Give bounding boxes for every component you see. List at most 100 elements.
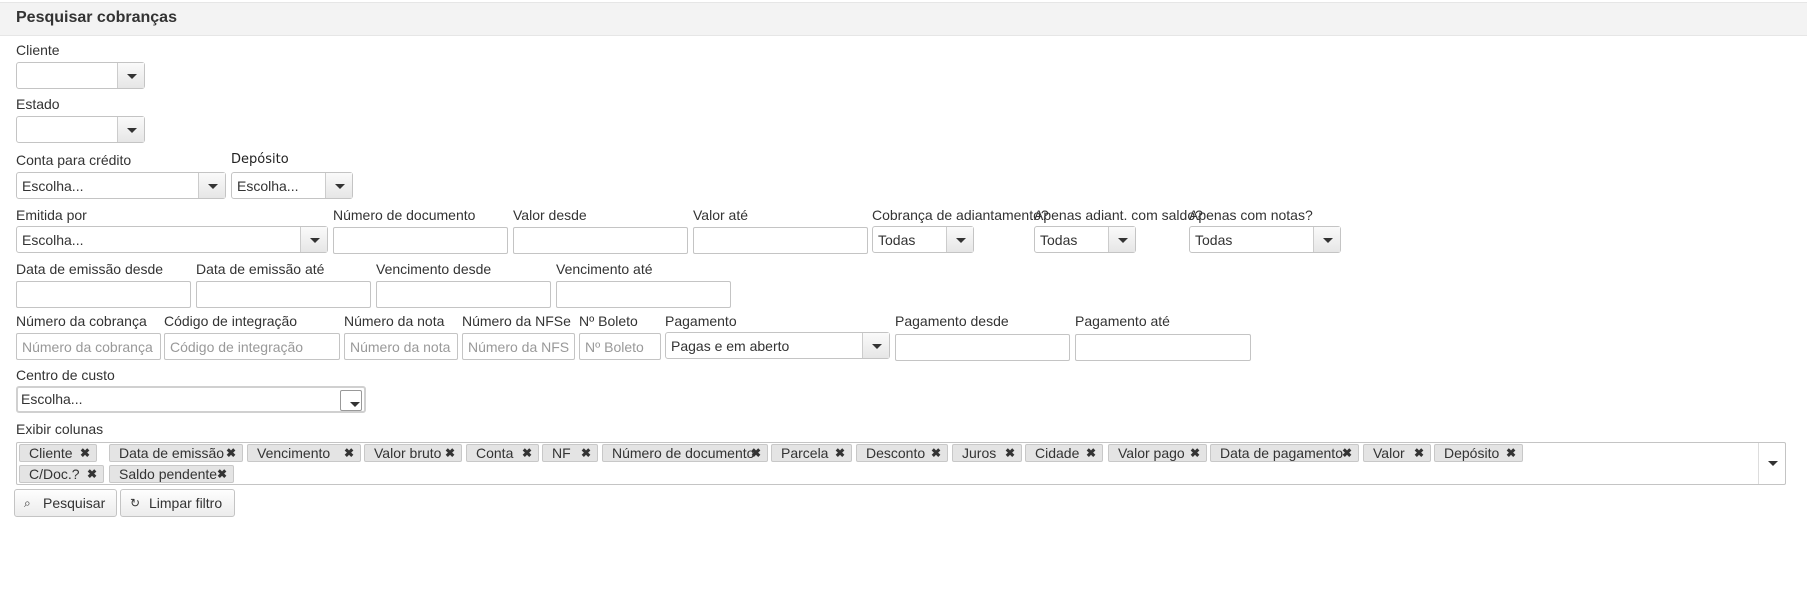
chevron-down-icon[interactable]	[325, 173, 352, 198]
column-chip: Parcela ✖	[771, 444, 852, 462]
remove-icon[interactable]: ✖	[522, 445, 532, 461]
remove-icon[interactable]: ✖	[226, 445, 236, 461]
remove-icon[interactable]: ✖	[835, 445, 845, 461]
cobranca-adiantamento-value: Todas	[878, 232, 916, 248]
column-chip: Desconto ✖	[856, 444, 948, 462]
chevron-down-icon[interactable]	[300, 227, 327, 252]
column-chip-label: Data de pagamento	[1220, 445, 1343, 461]
remove-icon[interactable]: ✖	[217, 466, 227, 482]
data-emissao-ate-label: Data de emissão até	[196, 261, 325, 277]
cobranca-adiantamento-select[interactable]: Todas	[872, 226, 974, 253]
limpar-filtro-button[interactable]: ↻ Limpar filtro	[120, 489, 235, 517]
apenas-notas-value: Todas	[1195, 232, 1233, 248]
cliente-select[interactable]	[16, 62, 145, 89]
pagamento-value: Pagas e em aberto	[671, 338, 790, 354]
remove-icon[interactable]: ✖	[751, 445, 761, 461]
remove-icon[interactable]: ✖	[1414, 445, 1424, 461]
column-chip-label: C/Doc.?	[29, 466, 80, 482]
remove-icon[interactable]: ✖	[445, 445, 455, 461]
codigo-integracao-label: Código de integração	[164, 313, 298, 329]
pagamento-select[interactable]: Pagas e em aberto	[665, 332, 890, 359]
emitida-por-value: Escolha...	[22, 232, 84, 248]
deposito-select[interactable]: Escolha...	[231, 172, 353, 199]
conta-credito-label: Conta para crédito	[16, 152, 132, 168]
chevron-down-icon[interactable]	[862, 333, 889, 358]
valor-desde-input[interactable]	[513, 227, 688, 254]
column-chip: Valor bruto ✖	[364, 444, 462, 462]
remove-icon[interactable]: ✖	[1342, 445, 1352, 461]
column-chip-label: Saldo pendente	[119, 466, 218, 482]
n-boleto-input[interactable]	[579, 333, 661, 360]
chevron-down-icon[interactable]	[1758, 443, 1785, 484]
column-chip: Data de pagamento ✖	[1210, 444, 1359, 462]
valor-ate-label: Valor até	[693, 207, 748, 223]
cliente-label: Cliente	[16, 42, 60, 58]
centro-custo-value: Escolha...	[21, 391, 83, 407]
estado-select[interactable]	[16, 116, 145, 143]
search-icon: ⌕	[24, 496, 31, 510]
vencimento-ate-input[interactable]	[556, 281, 731, 308]
numero-cobranca-input[interactable]	[16, 333, 161, 360]
column-chip: Valor ✖	[1363, 444, 1431, 462]
pagamento-label: Pagamento	[665, 313, 737, 329]
apenas-notas-label: Apenas com notas?	[1189, 207, 1313, 223]
column-chip: Saldo pendente ✖	[109, 465, 234, 483]
conta-credito-select[interactable]: Escolha...	[16, 172, 226, 199]
column-chip-label: Cliente	[29, 445, 73, 461]
chevron-down-icon[interactable]	[1313, 227, 1340, 252]
column-chip: Cliente ✖	[19, 444, 97, 462]
remove-icon[interactable]: ✖	[581, 445, 591, 461]
chevron-down-icon[interactable]	[340, 390, 362, 411]
column-chip-label: Vencimento	[257, 445, 331, 461]
remove-icon[interactable]: ✖	[1086, 445, 1096, 461]
column-chip-label: Juros	[962, 445, 997, 461]
chevron-down-icon[interactable]	[117, 117, 144, 142]
column-chip-label: Data de emissão	[119, 445, 225, 461]
chevron-down-icon[interactable]	[198, 173, 225, 198]
remove-icon[interactable]: ✖	[1005, 445, 1015, 461]
column-chip: Vencimento ✖	[247, 444, 361, 462]
exibir-colunas-multiselect[interactable]: Cliente ✖ Data de emissão ✖ Vencimento ✖ Valor…	[16, 442, 1786, 485]
valor-ate-input[interactable]	[693, 227, 868, 254]
column-chip-label: Valor pago	[1118, 445, 1185, 461]
pagamento-ate-input[interactable]	[1075, 334, 1251, 361]
deposito-label: Depósito	[231, 152, 289, 167]
pagamento-desde-input[interactable]	[895, 334, 1070, 361]
apenas-notas-select[interactable]: Todas	[1189, 226, 1341, 253]
remove-icon[interactable]: ✖	[344, 445, 354, 461]
data-emissao-desde-input[interactable]	[16, 281, 191, 308]
codigo-integracao-input[interactable]	[164, 333, 340, 360]
emitida-por-select[interactable]: Escolha...	[16, 226, 328, 253]
chevron-down-icon[interactable]	[117, 63, 144, 88]
vencimento-desde-label: Vencimento desde	[376, 261, 492, 277]
remove-icon[interactable]: ✖	[931, 445, 941, 461]
column-chip-label: NF	[552, 445, 571, 461]
vencimento-ate-label: Vencimento até	[556, 261, 653, 277]
column-chip: Número de documento ✖	[602, 444, 768, 462]
vencimento-desde-input[interactable]	[376, 281, 551, 308]
pesquisar-button[interactable]: ⌕ Pesquisar	[14, 489, 117, 517]
pagamento-desde-label: Pagamento desde	[895, 313, 1009, 329]
exibir-colunas-label: Exibir colunas	[16, 421, 104, 437]
centro-custo-label: Centro de custo	[16, 367, 115, 383]
centro-custo-select[interactable]: Escolha...	[16, 386, 366, 413]
remove-icon[interactable]: ✖	[1506, 445, 1516, 461]
column-chip: Cidade ✖	[1025, 444, 1103, 462]
page-title: Pesquisar cobranças	[16, 9, 177, 26]
numero-nfse-input[interactable]	[462, 333, 575, 360]
apenas-adiant-select[interactable]: Todas	[1034, 226, 1136, 253]
column-chip: Depósito ✖	[1434, 444, 1523, 462]
column-chip-label: Depósito	[1444, 445, 1500, 461]
column-chip: Juros ✖	[952, 444, 1022, 462]
cobranca-adiantamento-label: Cobrança de adiantamento?	[872, 207, 1049, 223]
remove-icon[interactable]: ✖	[80, 445, 90, 461]
remove-icon[interactable]: ✖	[87, 466, 97, 482]
data-emissao-ate-input[interactable]	[196, 281, 371, 308]
remove-icon[interactable]: ✖	[1190, 445, 1200, 461]
chevron-down-icon[interactable]	[1108, 227, 1135, 252]
numero-nota-input[interactable]	[344, 333, 458, 360]
valor-desde-label: Valor desde	[513, 207, 587, 223]
numero-documento-input[interactable]	[333, 227, 508, 254]
chevron-down-icon[interactable]	[946, 227, 973, 252]
n-boleto-label: Nº Boleto	[579, 313, 638, 329]
